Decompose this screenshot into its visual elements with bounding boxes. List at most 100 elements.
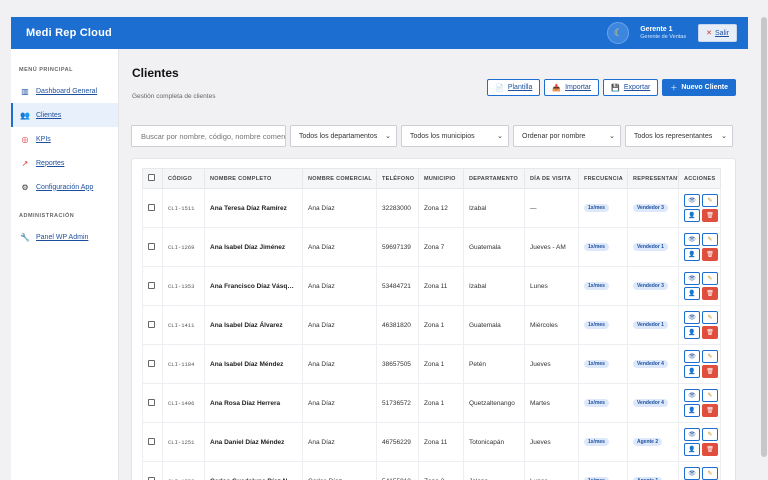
theme-toggle-button[interactable]: ☾ xyxy=(607,22,630,44)
user-icon: 👤 xyxy=(688,408,696,414)
cell: 53484721 xyxy=(376,266,419,306)
delete-button[interactable]: 🗑 xyxy=(702,248,718,261)
view-button[interactable]: 👁 xyxy=(684,233,700,246)
representative-badge: Vendedor 3 xyxy=(633,204,668,212)
delete-button[interactable]: 🗑 xyxy=(702,326,718,339)
col-departamento[interactable]: DEPARTAMENTO xyxy=(463,168,525,189)
edit-button[interactable]: ✎ xyxy=(702,272,718,285)
cell: Jalapa xyxy=(463,461,525,480)
edit-button[interactable]: ✎ xyxy=(702,350,718,363)
nuevo-cliente-button[interactable]: ＋ Nuevo Cliente xyxy=(662,79,736,96)
trash-icon: 🗑 xyxy=(706,408,714,414)
importar-button[interactable]: 📥 Importar xyxy=(544,79,600,96)
col-codigo[interactable]: CÓDIGO xyxy=(162,168,205,189)
row-checkbox[interactable] xyxy=(148,203,155,211)
col-dia-visita[interactable]: DÍA DE VISITA xyxy=(524,168,579,189)
col-nombre[interactable]: NOMBRE COMPLETO xyxy=(204,168,303,189)
row-checkbox[interactable] xyxy=(148,476,155,480)
row-checkbox[interactable] xyxy=(148,320,155,328)
view-button[interactable]: 👁 xyxy=(684,428,700,441)
view-button[interactable]: 👁 xyxy=(684,467,700,480)
assign-button[interactable]: 👤 xyxy=(684,248,700,261)
sidebar-item-clientes[interactable]: 👥 Clientes xyxy=(11,103,118,127)
delete-button[interactable]: 🗑 xyxy=(702,365,718,378)
edit-button[interactable]: ✎ xyxy=(702,389,718,402)
clients-table-card: CÓDIGO NOMBRE COMPLETO NOMBRE COMERCIAL … xyxy=(131,158,736,480)
chevron-down-icon: ⌄ xyxy=(609,133,615,140)
row-checkbox[interactable] xyxy=(148,437,155,445)
assign-button[interactable]: 👤 xyxy=(684,365,700,378)
delete-button[interactable]: 🗑 xyxy=(702,404,718,417)
edit-button[interactable]: ✎ xyxy=(702,428,718,441)
exportar-button[interactable]: 💾 Exportar xyxy=(603,79,659,96)
assign-button[interactable]: 👤 xyxy=(684,404,700,417)
search-input[interactable] xyxy=(131,125,286,147)
plantilla-button[interactable]: 📄 Plantilla xyxy=(487,79,541,96)
users-icon: 👥 xyxy=(20,110,30,120)
delete-button[interactable]: 🗑 xyxy=(702,443,718,456)
row-checkbox[interactable] xyxy=(148,359,155,367)
brand-title: Medi Rep Cloud xyxy=(26,27,112,39)
departamento-select[interactable]: Todos los departamentos ⌄ xyxy=(290,125,397,147)
select-all-checkbox[interactable] xyxy=(148,174,155,181)
view-button[interactable]: 👁 xyxy=(684,350,700,363)
cell: Carlos Guadalupe Díaz Núñez xyxy=(204,461,303,480)
cell: Jueves xyxy=(524,422,579,462)
eye-icon: 👁 xyxy=(688,393,696,399)
delete-button[interactable]: 🗑 xyxy=(702,287,718,300)
view-button[interactable]: 👁 xyxy=(684,311,700,324)
sidebar-item-wp-admin[interactable]: 🔧 Panel WP Admin xyxy=(11,225,118,249)
chevron-down-icon: ⌄ xyxy=(497,133,503,140)
chevron-down-icon: ⌄ xyxy=(385,133,391,140)
cell: CLI-1353 xyxy=(162,266,205,306)
edit-button[interactable]: ✎ xyxy=(702,311,718,324)
col-representante[interactable]: REPRESENTANTE xyxy=(627,168,679,189)
row-checkbox[interactable] xyxy=(148,398,155,406)
page-scrollbar[interactable] xyxy=(760,0,768,480)
col-frecuencia[interactable]: FRECUENCIA xyxy=(578,168,628,189)
edit-button[interactable]: ✎ xyxy=(702,233,718,246)
representative-badge: Vendedor 1 xyxy=(633,243,668,251)
orden-select[interactable]: Ordenar por nombre ⌄ xyxy=(513,125,621,147)
col-telefono[interactable]: TELÉFONO xyxy=(376,168,419,189)
view-button[interactable]: 👁 xyxy=(684,389,700,402)
cell: Izabal xyxy=(463,266,525,306)
sidebar: MENÚ PRINCIPAL ▥ Dashboard General 👥 Cli… xyxy=(11,49,119,480)
col-comercial[interactable]: NOMBRE COMERCIAL xyxy=(302,168,377,189)
row-actions: 👁✎👤🗑 xyxy=(684,467,718,480)
assign-button[interactable]: 👤 xyxy=(684,209,700,222)
cell: Ana Isabel Díaz Jiménez xyxy=(204,227,303,267)
cell: 59697139 xyxy=(376,227,419,267)
sidebar-item-reportes[interactable]: ↗ Reportes xyxy=(11,151,118,175)
user-role: Gerente de Ventas xyxy=(640,33,687,40)
representative-badge: Vendedor 3 xyxy=(633,282,668,290)
delete-button[interactable]: 🗑 xyxy=(702,209,718,222)
cell: Ana Díaz xyxy=(302,383,377,423)
municipio-select[interactable]: Todos los municipios ⌄ xyxy=(401,125,509,147)
sidebar-section-admin: ADMINISTRACIÓN xyxy=(19,213,75,219)
edit-button[interactable]: ✎ xyxy=(702,467,718,480)
cell: Lunes xyxy=(524,266,579,306)
logout-button[interactable]: ✕ Salir xyxy=(698,24,737,42)
view-button[interactable]: 👁 xyxy=(684,272,700,285)
cell: 51736572 xyxy=(376,383,419,423)
view-button[interactable]: 👁 xyxy=(684,194,700,207)
representante-select[interactable]: Todos los representantes ⌄ xyxy=(625,125,733,147)
sidebar-item-dashboard[interactable]: ▥ Dashboard General xyxy=(11,79,118,103)
assign-button[interactable]: 👤 xyxy=(684,443,700,456)
cell: Ana Díaz xyxy=(302,344,377,384)
cell: Zona 11 xyxy=(418,422,464,462)
assign-button[interactable]: 👤 xyxy=(684,287,700,300)
row-checkbox[interactable] xyxy=(148,281,155,289)
sidebar-item-kpis[interactable]: ◎ KPIs xyxy=(11,127,118,151)
cell: Ana Díaz xyxy=(302,305,377,345)
row-checkbox[interactable] xyxy=(148,242,155,250)
user-info: Gerente 1 Gerente de Ventas xyxy=(640,26,686,40)
col-municipio[interactable]: MUNICIPIO xyxy=(418,168,464,189)
sidebar-item-configuracion[interactable]: ⚙ Configuración App xyxy=(11,175,118,199)
scrollbar-thumb[interactable] xyxy=(761,17,767,457)
assign-button[interactable]: 👤 xyxy=(684,326,700,339)
col-acciones: ACCIONES xyxy=(678,168,721,189)
cell: Martes xyxy=(524,383,579,423)
edit-button[interactable]: ✎ xyxy=(702,194,718,207)
